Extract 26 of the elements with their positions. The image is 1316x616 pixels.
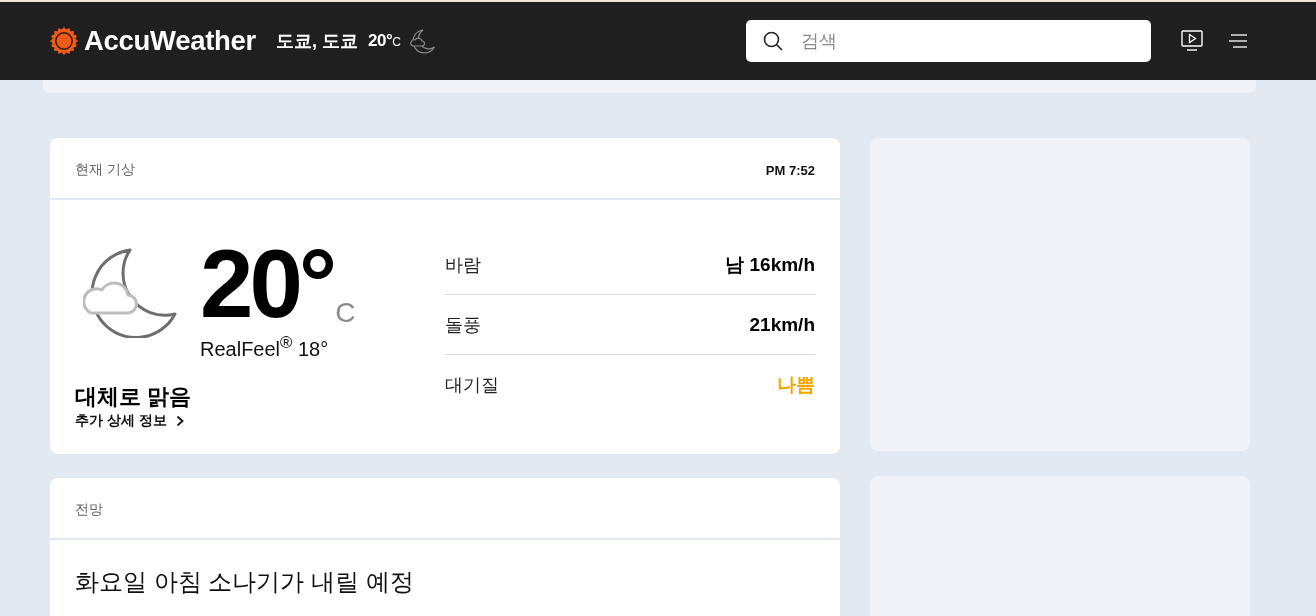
header-temperature: 20°C: [367, 31, 401, 51]
chevron-icon: [175, 414, 184, 427]
detail-label: 돌풍: [445, 313, 481, 337]
detail-value: 21km/h: [749, 313, 815, 336]
home-logo-link[interactable]: AccuWeather: [50, 25, 256, 57]
moon-cloud-icon: [410, 28, 437, 54]
search-field[interactable]: 검색: [746, 20, 1151, 62]
card-title: 전망: [75, 501, 103, 519]
card-title: 현재 기상: [75, 161, 135, 179]
sun-logo-icon: [50, 27, 78, 55]
menu-icon[interactable]: [1229, 33, 1247, 49]
temperature: 20°: [200, 241, 334, 327]
monitor-play-icon[interactable]: [1181, 30, 1203, 52]
search-icon: [763, 31, 783, 51]
location-link[interactable]: 도쿄, 도쿄: [275, 29, 358, 53]
condition-text: 대체로 맑음: [75, 382, 193, 411]
temperature-unit: C: [335, 299, 356, 327]
moon-cloud-icon: [83, 248, 179, 338]
detail-value: 나쁨: [777, 372, 815, 397]
detail-label: 대기질: [445, 373, 499, 397]
current-time: PM 7:52: [765, 162, 815, 178]
realfeel-text: RealFeel$^{®}$ 18°: [200, 332, 330, 361]
more-details-link[interactable]: 추가 상세 정보: [75, 411, 184, 430]
detail-value: 남 16km/h: [725, 252, 815, 277]
detail-label: 바람: [445, 253, 481, 277]
forecast-headline: 화요일 아침 소나기가 내릴 예정: [75, 568, 414, 595]
